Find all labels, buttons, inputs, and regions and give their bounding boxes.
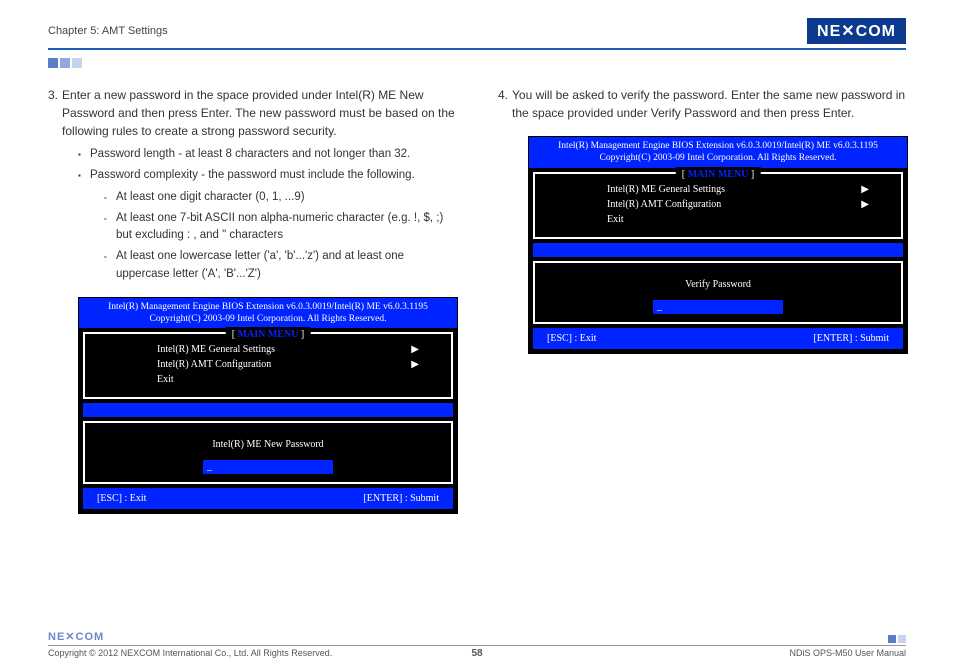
arrow-icon: ▶ — [411, 342, 419, 357]
page-header: Chapter 5: AMT Settings NE✕COM — [48, 18, 906, 50]
bios-menu-title: MAIN MENU — [676, 167, 761, 182]
footer-squares — [888, 635, 906, 643]
bios-footer: [ESC] : Exit [ENTER] : Submit — [83, 488, 453, 509]
bios-menu-item[interactable]: Intel(R) ME General Settings▶ — [157, 342, 419, 357]
bios-menu-item[interactable]: Exit — [607, 212, 869, 227]
decorative-squares — [48, 58, 906, 68]
bios-copyright: Copyright(C) 2003-09 Intel Corporation. … — [533, 152, 903, 164]
page-footer: NE✕COM Copyright © 2012 NEXCOM Internati… — [48, 630, 906, 658]
bios-password-box: Intel(R) ME New Password _ — [83, 421, 453, 484]
password-label: Verify Password — [547, 277, 889, 292]
right-column: 4. You will be asked to verify the passw… — [498, 86, 908, 514]
password-input[interactable]: _ — [653, 300, 783, 314]
bios-divider — [533, 243, 903, 257]
bios-menu-item[interactable]: Exit — [157, 372, 419, 387]
bios-menu-box: MAIN MENU Intel(R) ME General Settings▶ … — [533, 172, 903, 239]
bullet-item: Password complexity - the password must … — [78, 167, 458, 283]
nexcom-logo: NE✕COM — [807, 18, 906, 44]
step-number: 4. — [498, 86, 508, 122]
bullet-item: Password length - at least 8 characters … — [78, 146, 458, 163]
step-text: Enter a new password in the space provid… — [62, 86, 458, 140]
step-number: 3. — [48, 86, 58, 140]
bios-version: Intel(R) Management Engine BIOS Extensio… — [533, 140, 903, 152]
sub-item: At least one lowercase letter ('a', 'b'.… — [104, 248, 458, 283]
page-number: 58 — [471, 648, 482, 659]
bios-menu-item[interactable]: Intel(R) AMT Configuration▶ — [607, 197, 869, 212]
password-input[interactable]: _ — [203, 460, 333, 474]
step-text: You will be asked to verify the password… — [512, 86, 908, 122]
bios-divider — [83, 403, 453, 417]
chapter-title: Chapter 5: AMT Settings — [48, 25, 168, 37]
copyright-text: Copyright © 2012 NEXCOM International Co… — [48, 648, 332, 658]
enter-hint: [ENTER] : Submit — [813, 331, 889, 346]
bios-header: Intel(R) Management Engine BIOS Extensio… — [79, 298, 457, 329]
bios-password-box: Verify Password _ — [533, 261, 903, 324]
sub-item: At least one 7-bit ASCII non alpha-numer… — [104, 210, 458, 245]
bios-menu-box: MAIN MENU Intel(R) ME General Settings▶ … — [83, 332, 453, 399]
sub-item: At least one digit character (0, 1, ...9… — [104, 189, 458, 206]
bios-menu-item[interactable]: Intel(R) ME General Settings▶ — [607, 182, 869, 197]
esc-hint: [ESC] : Exit — [97, 491, 146, 506]
arrow-icon: ▶ — [861, 197, 869, 212]
bios-menu-item[interactable]: Intel(R) AMT Configuration▶ — [157, 357, 419, 372]
bios-copyright: Copyright(C) 2003-09 Intel Corporation. … — [83, 313, 453, 325]
arrow-icon: ▶ — [411, 357, 419, 372]
bios-version: Intel(R) Management Engine BIOS Extensio… — [83, 301, 453, 313]
bios-header: Intel(R) Management Engine BIOS Extensio… — [529, 137, 907, 168]
bios-footer: [ESC] : Exit [ENTER] : Submit — [533, 328, 903, 349]
bullet-text: Password complexity - the password must … — [90, 169, 415, 181]
bios-screen-1: Intel(R) Management Engine BIOS Extensio… — [78, 297, 458, 515]
arrow-icon: ▶ — [861, 182, 869, 197]
esc-hint: [ESC] : Exit — [547, 331, 596, 346]
enter-hint: [ENTER] : Submit — [363, 491, 439, 506]
bios-screen-2: Intel(R) Management Engine BIOS Extensio… — [528, 136, 908, 354]
left-column: 3. Enter a new password in the space pro… — [48, 86, 458, 514]
password-label: Intel(R) ME New Password — [97, 437, 439, 452]
footer-logo: NE✕COM — [48, 630, 104, 643]
bios-menu-title: MAIN MENU — [226, 327, 311, 342]
manual-name: NDiS OPS-M50 User Manual — [789, 648, 906, 658]
